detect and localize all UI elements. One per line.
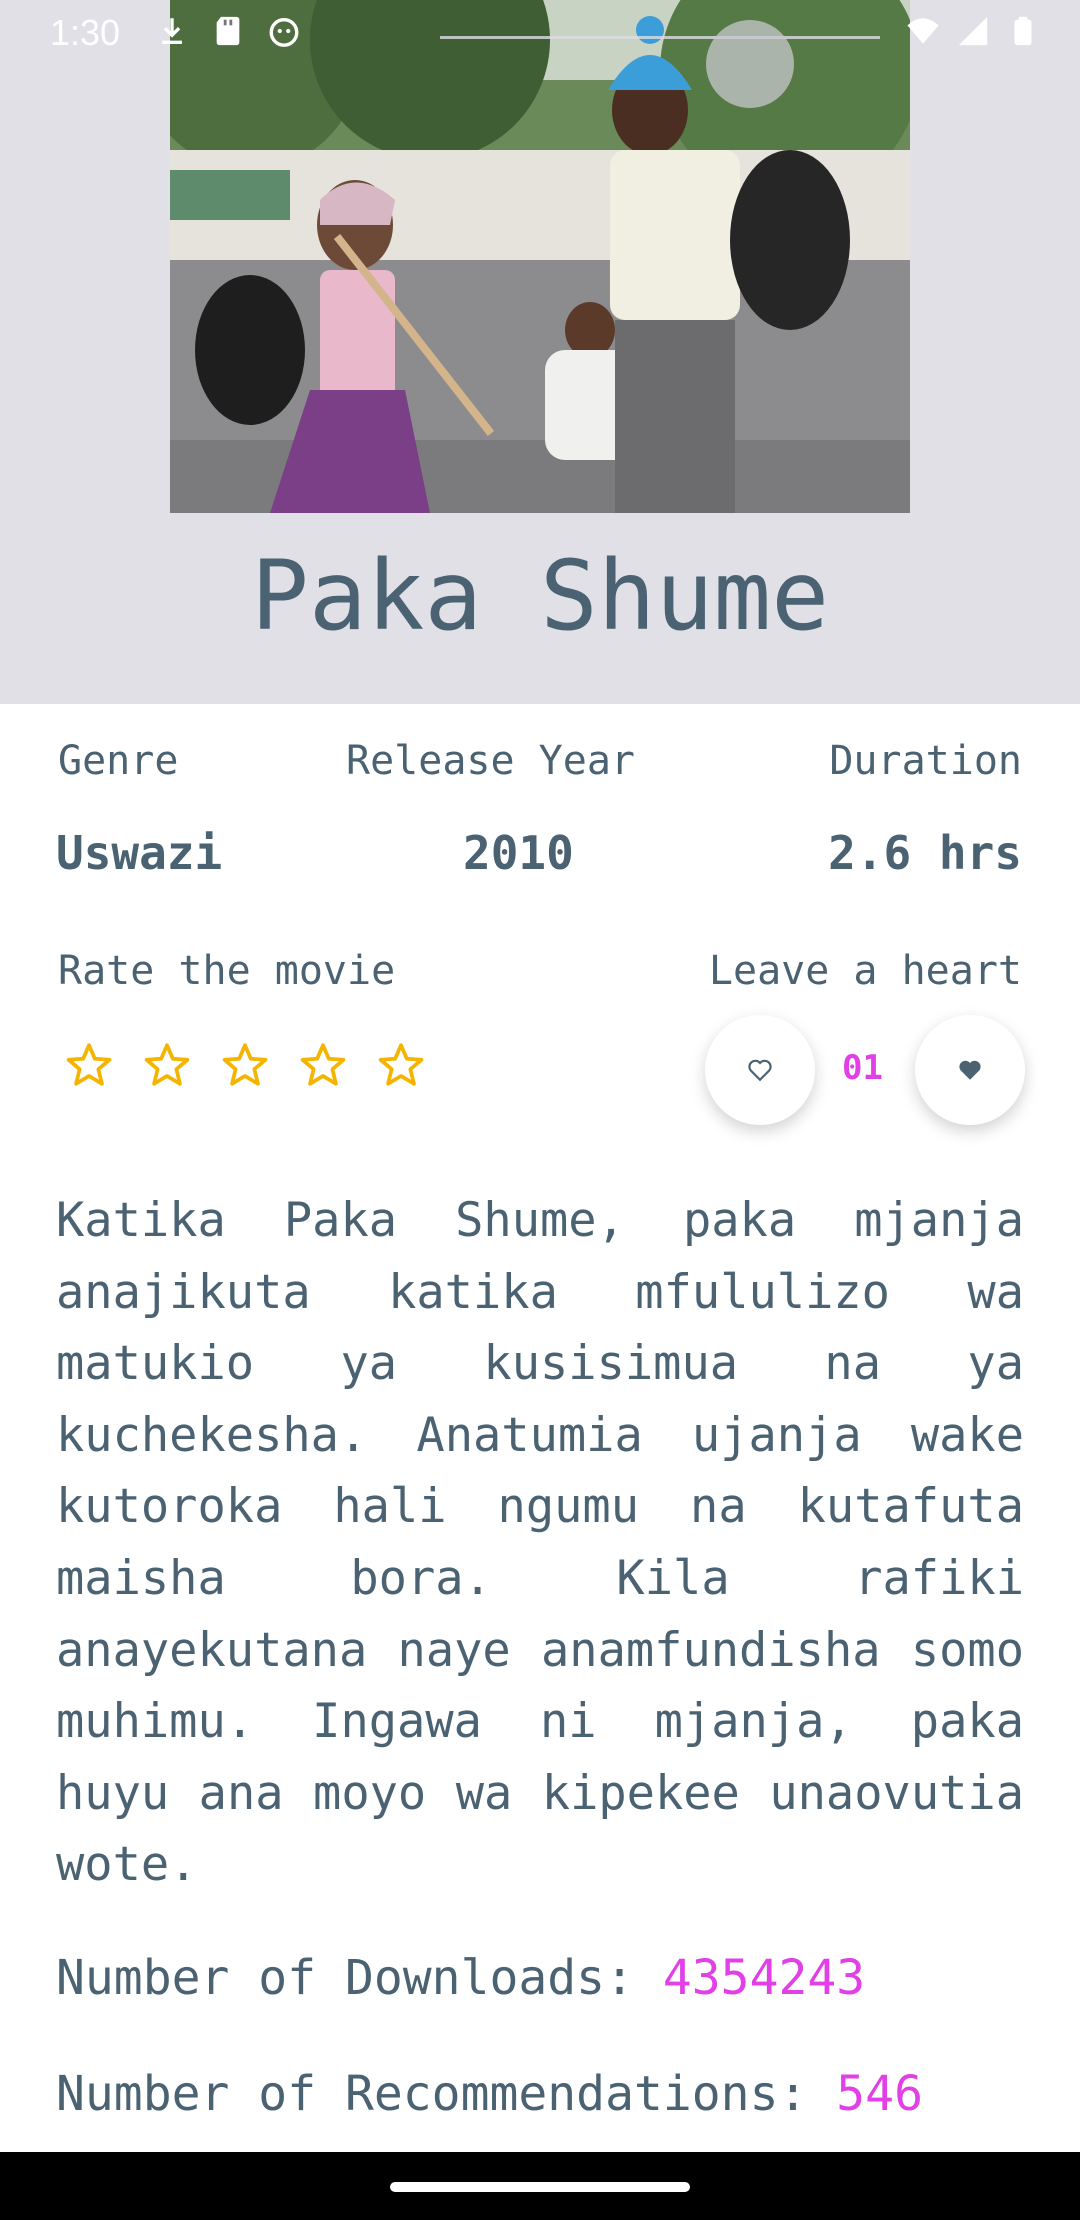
system-navigation-bar xyxy=(0,2152,1080,2220)
star-icon[interactable] xyxy=(298,1040,348,1090)
release-year-value: 2010 xyxy=(463,826,574,880)
heart-button[interactable] xyxy=(915,1015,1025,1125)
movie-poster-image xyxy=(170,0,910,513)
star-icon[interactable] xyxy=(64,1040,114,1090)
genre-value: Uswazi xyxy=(56,826,223,880)
leave-heart-label: Leave a heart xyxy=(708,948,1022,994)
unheart-button[interactable] xyxy=(705,1015,815,1125)
duration-label: Duration xyxy=(829,738,1022,784)
movie-description: Katika Paka Shume, paka mjanja anajikuta… xyxy=(56,1193,1024,1893)
movie-header: Paka Shume xyxy=(0,0,1080,704)
battery-icon xyxy=(1014,16,1032,46)
recommendations-value: 546 xyxy=(836,2066,923,2122)
rate-movie-label: Rate the movie xyxy=(58,948,396,994)
movie-title: Paka Shume xyxy=(251,540,829,652)
star-icon[interactable] xyxy=(142,1040,192,1090)
sd-card-icon xyxy=(216,16,240,46)
wifi-icon xyxy=(907,18,939,44)
release-year-label: Release Year xyxy=(346,738,635,784)
camera-line-decoration xyxy=(440,36,880,39)
genre-label: Genre xyxy=(58,738,179,784)
recommendations-label: Number of Recommendations: xyxy=(56,2066,837,2122)
heart-filled-icon xyxy=(959,1060,981,1080)
duration-value: 2.6 hrs xyxy=(828,826,1022,880)
home-gesture-handle[interactable] xyxy=(390,2182,690,2192)
movie-poster xyxy=(170,0,910,513)
star-icon[interactable] xyxy=(220,1040,270,1090)
downloads-stat: Number of Downloads: 4354243 xyxy=(56,1950,865,2006)
downloads-label: Number of Downloads: xyxy=(56,1950,663,2006)
heart-count: 01 xyxy=(842,1048,883,1088)
recommendations-stat: Number of Recommendations: 546 xyxy=(56,2066,923,2122)
status-bar: 1:30 xyxy=(0,0,1080,108)
downloads-value: 4354243 xyxy=(662,1950,866,2006)
cell-signal-icon xyxy=(958,16,988,46)
status-time: 1:30 xyxy=(50,12,121,53)
heart-outline-icon xyxy=(748,1059,772,1082)
star-icon[interactable] xyxy=(376,1040,426,1090)
android-head-icon xyxy=(269,17,299,47)
download-icon xyxy=(162,18,182,45)
camera-cutout-decoration xyxy=(706,20,794,108)
star-rating xyxy=(64,1040,426,1090)
